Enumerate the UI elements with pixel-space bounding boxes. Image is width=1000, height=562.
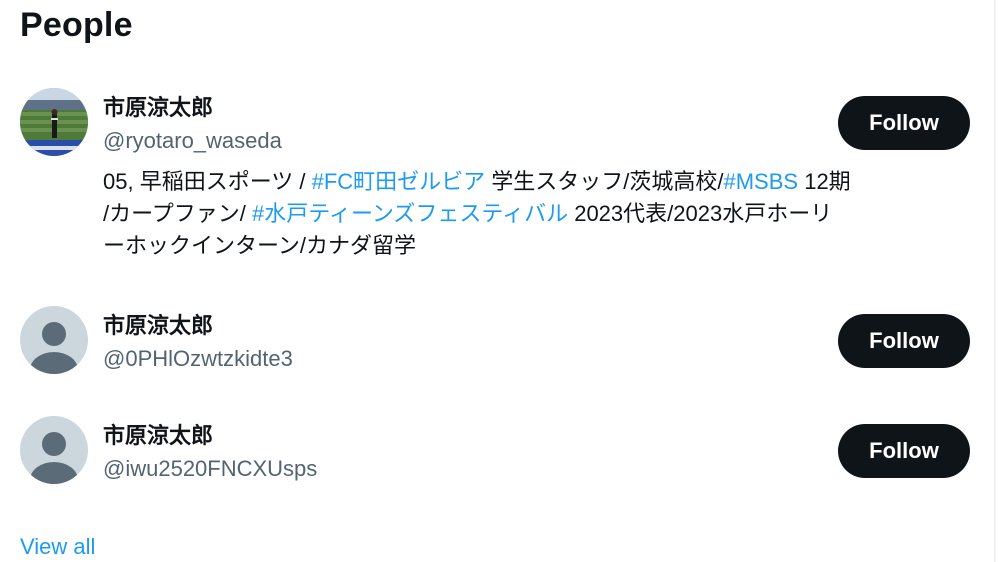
bio-text: 12期: [798, 169, 851, 194]
view-all-link[interactable]: View all: [20, 534, 95, 560]
people-panel: People 市原涼太郎 @ryotaro_waseda Follow 05, …: [0, 0, 996, 562]
follow-button[interactable]: Follow: [838, 424, 970, 478]
user-handle[interactable]: @0PHlOzwtzkidte3: [103, 346, 293, 372]
bio-line: ーホックインターン/カナダ留学: [103, 230, 973, 262]
display-name[interactable]: 市原涼太郎: [103, 308, 213, 340]
display-name[interactable]: 市原涼太郎: [103, 418, 213, 450]
bio-text: 学生スタッフ/茨城高校/: [485, 169, 724, 194]
default-profile-icon: [20, 306, 88, 374]
hashtag-link[interactable]: #FC町田ゼルビア: [312, 169, 486, 194]
follow-button[interactable]: Follow: [838, 314, 970, 368]
bio-text: ーホックインターン/カナダ留学: [103, 233, 417, 258]
hashtag-link[interactable]: #水戸ティーンズフェスティバル: [252, 201, 568, 226]
bio-line: /カープファン/ #水戸ティーンズフェスティバル 2023代表/2023水戸ホー…: [103, 198, 973, 230]
user-handle[interactable]: @ryotaro_waseda: [103, 128, 282, 154]
user-handle[interactable]: @iwu2520FNCXUsps: [103, 456, 317, 482]
bio-text: 05, 早稲田スポーツ /: [103, 169, 312, 194]
stadium-photo-icon: [20, 88, 88, 156]
section-title: People: [20, 6, 133, 44]
display-name[interactable]: 市原涼太郎: [103, 90, 213, 122]
bio-text: 2023代表/2023水戸ホーリ: [568, 201, 833, 226]
default-avatar[interactable]: [20, 416, 88, 484]
default-avatar[interactable]: [20, 306, 88, 374]
bio-text: /カープファン/: [103, 201, 253, 226]
user-bio: 05, 早稲田スポーツ / #FC町田ゼルビア 学生スタッフ/茨城高校/#MSB…: [103, 166, 973, 262]
hashtag-link[interactable]: #MSBS: [724, 169, 799, 194]
photo-avatar[interactable]: [20, 88, 88, 156]
default-profile-icon: [20, 416, 88, 484]
bio-line: 05, 早稲田スポーツ / #FC町田ゼルビア 学生スタッフ/茨城高校/#MSB…: [103, 166, 973, 198]
follow-button[interactable]: Follow: [838, 96, 970, 150]
